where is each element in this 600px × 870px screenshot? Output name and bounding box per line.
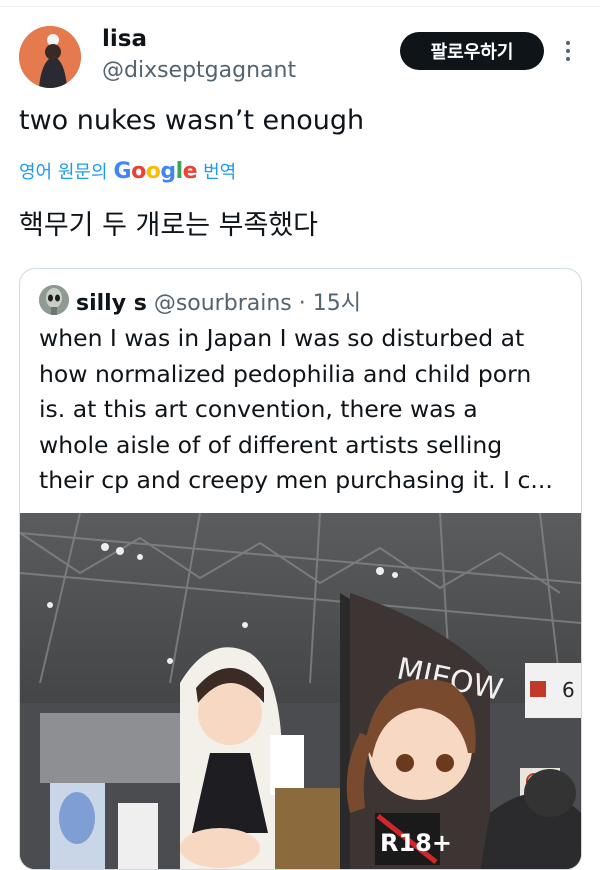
author-handle[interactable]: @dixseptgagnant <box>102 58 296 83</box>
google-logo-icon: Google <box>113 158 198 184</box>
hall-sign-text: 6 <box>562 678 575 702</box>
alien-avatar-icon <box>39 285 69 315</box>
quoted-author-handle[interactable]: @sourbrains <box>154 291 292 316</box>
quoted-author-name[interactable]: silly s <box>76 291 147 316</box>
quoted-time[interactable]: 15시 <box>313 291 361 316</box>
follow-button[interactable]: 팔로우하기 <box>400 32 544 70</box>
quoted-media-image[interactable]: 6 MIEOW R18+ <box>20 513 581 870</box>
translate-prefix: 영어 원문의 <box>19 162 108 183</box>
author-name[interactable]: lisa <box>102 26 147 52</box>
quoted-text-line: is. at this art convention, there was a <box>39 395 478 423</box>
quoted-text: when I was in Japan I was so disturbed a… <box>39 321 569 499</box>
translation-attribution[interactable]: 영어 원문의 Google 번역 <box>19 158 236 184</box>
avatar-image <box>19 26 81 88</box>
quoted-header: silly s @sourbrains · 15시 <box>76 285 361 317</box>
translate-suffix: 번역 <box>203 162 237 183</box>
quoted-text-line: their cp and creepy men purchasing it. I… <box>39 466 553 494</box>
author-avatar[interactable] <box>19 26 81 88</box>
quoted-separator: · <box>298 291 306 316</box>
quoted-avatar <box>39 285 69 315</box>
more-options-icon[interactable] <box>561 38 575 64</box>
quoted-text-line: when I was in Japan I was so disturbed a… <box>39 324 525 352</box>
quoted-text-line: how normalized pedophilia and child porn <box>39 359 532 388</box>
quoted-tweet-card[interactable]: silly s @sourbrains · 15시 when I was in … <box>19 268 582 870</box>
translated-text: 핵무기 두 개로는 부족했다 <box>19 210 318 241</box>
quoted-text-line: whole aisle of of different artists sell… <box>39 430 503 459</box>
tweet-text: two nukes wasn’t enough <box>19 105 365 136</box>
top-divider <box>0 6 600 7</box>
rating-badge-text: R18+ <box>380 829 452 857</box>
